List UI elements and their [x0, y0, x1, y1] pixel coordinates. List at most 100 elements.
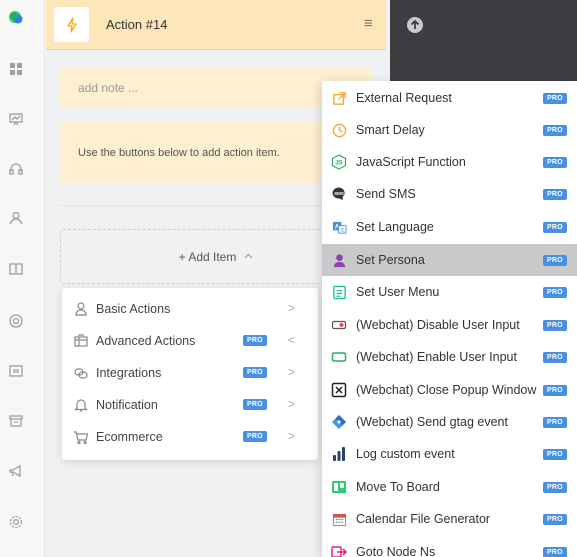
clock-icon — [331, 122, 347, 138]
action-label: (Webchat) Close Popup Window — [356, 383, 537, 397]
pro-badge: PRO — [543, 157, 567, 168]
action-label: (Webchat) Disable User Input — [356, 318, 520, 332]
chevron-left-icon: < — [288, 333, 296, 347]
action-disable-user-input[interactable]: (Webchat) Disable User Input PRO — [322, 309, 577, 341]
up-arrow-circle-icon[interactable] — [407, 17, 423, 33]
action-move-to-board[interactable]: Move To Board PRO — [322, 471, 577, 503]
chevron-up-icon — [244, 251, 253, 262]
action-label: Calendar File Generator — [356, 512, 491, 526]
input-disabled-icon — [331, 317, 347, 333]
pro-badge: PRO — [243, 431, 267, 442]
category-integrations[interactable]: Integrations PRO > — [62, 357, 318, 389]
action-external-request[interactable]: External Request PRO — [322, 82, 577, 114]
category-label: Ecommerce — [96, 430, 163, 444]
action-label: Send SMS — [356, 187, 416, 201]
action-log-custom-event[interactable]: Log custom event PRO — [322, 438, 577, 470]
action-title: Action #14 — [106, 17, 168, 32]
book-icon[interactable] — [8, 261, 24, 277]
bar-chart-icon — [331, 446, 347, 462]
menu-list-icon — [331, 284, 347, 300]
pro-badge: PRO — [543, 287, 567, 298]
action-label: Set Persona — [356, 253, 425, 267]
hamburger-menu-icon[interactable]: ≡ — [364, 16, 373, 31]
action-label: (Webchat) Send gtag event — [356, 415, 508, 429]
pro-badge: PRO — [543, 352, 567, 363]
action-label: JavaScript Function — [356, 155, 466, 169]
close-box-icon — [331, 382, 347, 398]
user-icon[interactable] — [8, 210, 24, 226]
pro-badge: PRO — [543, 547, 567, 557]
chat-bubbles-icon[interactable] — [8, 10, 24, 26]
action-label: Log custom event — [356, 447, 455, 461]
persona-icon — [331, 252, 347, 268]
board-move-icon — [331, 479, 347, 495]
pro-badge: PRO — [543, 514, 567, 525]
action-label: Move To Board — [356, 480, 440, 494]
pro-badge: PRO — [543, 93, 567, 104]
pro-badge: PRO — [543, 189, 567, 200]
category-label: Advanced Actions — [96, 334, 196, 348]
pro-badge: PRO — [243, 399, 267, 410]
action-smart-delay[interactable]: Smart Delay PRO — [322, 114, 577, 146]
javascript-icon: JS — [331, 154, 347, 170]
translate-icon: A文 — [331, 219, 347, 235]
panel-icon — [73, 333, 89, 349]
action-label: Smart Delay — [356, 123, 425, 137]
action-javascript-function[interactable]: JS JavaScript Function PRO — [322, 146, 577, 178]
action-label: Goto Node Ns — [356, 545, 436, 557]
action-label: Set Language — [356, 220, 434, 234]
pro-badge: PRO — [543, 125, 567, 136]
goto-icon — [331, 544, 347, 557]
headset-icon[interactable] — [8, 161, 24, 177]
user-shape-icon — [73, 301, 89, 317]
category-basic-actions[interactable]: Basic Actions > — [62, 293, 318, 325]
pro-badge: PRO — [543, 449, 567, 460]
category-notification[interactable]: Notification PRO > — [62, 389, 318, 421]
action-calendar-file-generator[interactable]: Calendar File Generator PRO — [322, 503, 577, 535]
pro-badge: PRO — [543, 255, 567, 266]
action-label: Set User Menu — [356, 285, 440, 299]
chevron-right-icon: > — [288, 301, 296, 315]
category-label: Integrations — [96, 366, 162, 380]
left-rail — [0, 0, 45, 557]
bell-icon — [73, 397, 89, 413]
pro-badge: PRO — [543, 417, 567, 428]
action-label: (Webchat) Enable User Input — [356, 350, 517, 364]
action-send-gtag-event[interactable]: (Webchat) Send gtag event PRO — [322, 406, 577, 438]
svg-text:文: 文 — [339, 226, 344, 233]
grid-icon[interactable] — [8, 61, 24, 77]
sms-icon: SMS — [331, 186, 347, 202]
pro-badge: PRO — [243, 335, 267, 346]
calendar-icon — [331, 511, 347, 527]
action-enable-user-input[interactable]: (Webchat) Enable User Input PRO — [322, 341, 577, 373]
category-ecommerce[interactable]: Ecommerce PRO > — [62, 421, 318, 453]
chevron-right-icon: > — [288, 429, 296, 443]
input-enabled-icon — [331, 349, 347, 365]
category-advanced-actions[interactable]: Advanced Actions PRO < — [62, 325, 318, 357]
svg-text:SMS: SMS — [334, 191, 344, 196]
action-close-popup-window[interactable]: (Webchat) Close Popup Window PRO — [322, 374, 577, 406]
megaphone-icon[interactable] — [8, 463, 24, 479]
archive-icon[interactable] — [8, 413, 24, 429]
settings-icon[interactable] — [8, 514, 24, 530]
action-set-user-menu[interactable]: Set User Menu PRO — [322, 276, 577, 308]
pro-badge: PRO — [543, 482, 567, 493]
link-icon — [73, 365, 89, 381]
action-set-language[interactable]: A文 Set Language PRO — [322, 211, 577, 243]
gtag-icon — [331, 414, 347, 430]
action-send-sms[interactable]: SMS Send SMS PRO — [322, 178, 577, 210]
lightning-icon — [54, 7, 89, 42]
action-set-persona[interactable]: Set Persona PRO — [322, 244, 577, 276]
action-label: External Request — [356, 91, 452, 105]
pro-badge: PRO — [543, 222, 567, 233]
chevron-right-icon: > — [288, 397, 296, 411]
pro-badge: PRO — [543, 320, 567, 331]
board-icon[interactable] — [8, 111, 24, 127]
widget-icon[interactable] — [8, 363, 24, 379]
svg-text:JS: JS — [335, 161, 342, 167]
lifebuoy-icon[interactable] — [8, 313, 24, 329]
action-goto-node-ns[interactable]: Goto Node Ns PRO — [322, 536, 577, 557]
category-label: Basic Actions — [96, 302, 171, 316]
chevron-right-icon: > — [288, 365, 296, 379]
external-link-icon — [331, 90, 347, 106]
